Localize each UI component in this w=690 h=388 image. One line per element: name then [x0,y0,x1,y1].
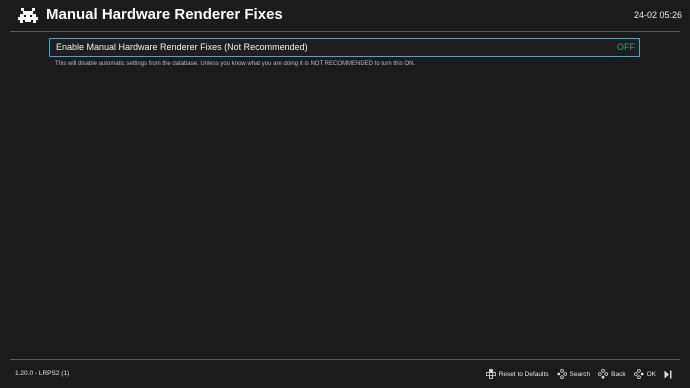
back-label: Back [611,370,626,378]
retroarch-invader-icon [18,8,38,23]
page-title: Manual Hardware Renderer Fixes [46,6,283,23]
header-divider [10,31,680,32]
dpad-back-icon [598,369,609,379]
back-button[interactable]: Back [598,369,626,379]
ok-button[interactable]: OK [633,369,656,379]
dpad-ok-icon [633,369,644,379]
search-button[interactable]: Search [556,369,591,379]
reset-to-defaults-label: Reset to Defaults [498,370,549,378]
dpad-search-icon [556,369,567,379]
setting-value-toggle[interactable]: OFF [617,42,635,52]
version-label: 1.20.0 - LRPS2 (1) [15,370,70,377]
footer-divider [10,359,680,360]
start-button-icon [664,370,672,378]
setting-enable-manual-hw-fixes[interactable]: Enable Manual Hardware Renderer Fixes (N… [49,38,640,57]
menu-screen: Manual Hardware Renderer Fixes 24-02 05:… [0,0,690,388]
start-button[interactable] [664,370,672,379]
footer-actions: Reset to Defaults Search Back OK [485,367,672,381]
search-label: Search [569,370,591,378]
setting-label: Enable Manual Hardware Renderer Fixes (N… [56,42,308,52]
setting-description: This will disable automatic settings fro… [55,61,416,67]
dpad-vertical-icon [485,369,496,379]
header: Manual Hardware Renderer Fixes 24-02 05:… [0,0,690,31]
clock: 24-02 05:26 [633,10,682,20]
ok-label: OK [646,370,656,378]
reset-to-defaults-button[interactable]: Reset to Defaults [485,369,549,379]
